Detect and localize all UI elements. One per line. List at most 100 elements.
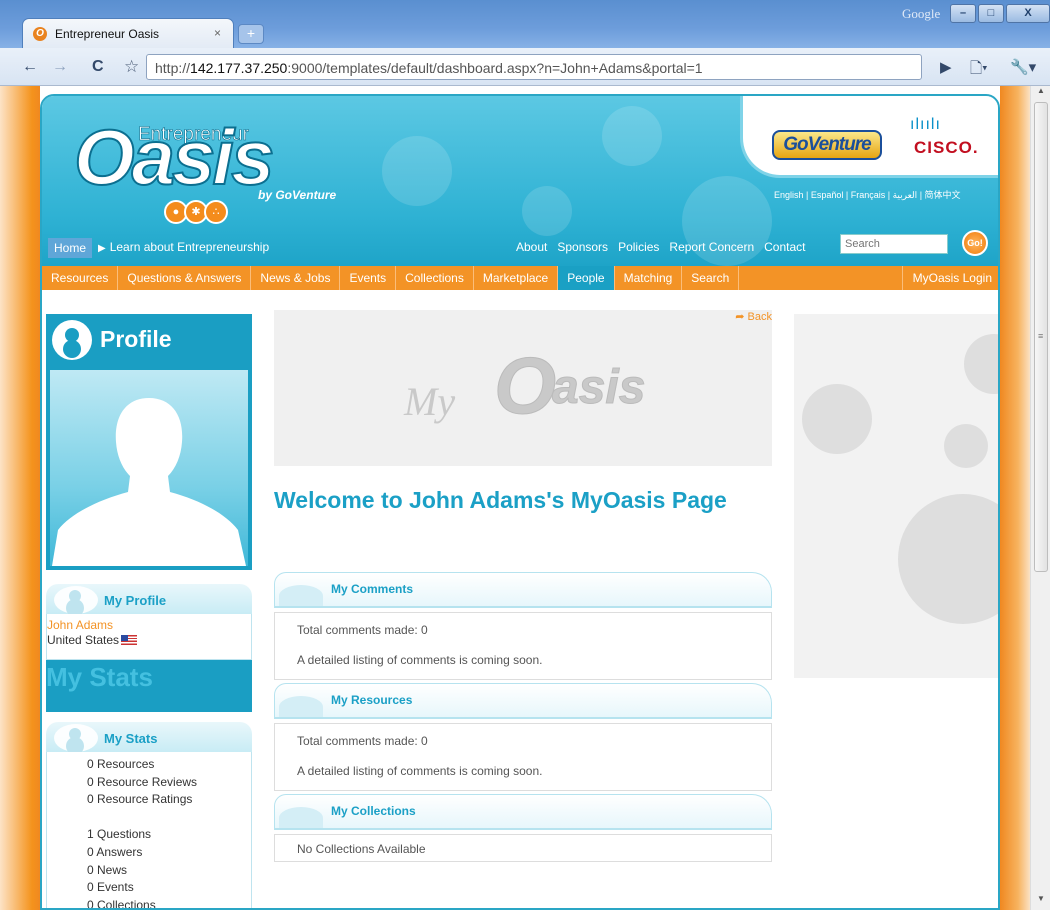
my-collections-tab: My Collections [274,794,772,830]
reload-icon[interactable]: C [92,58,104,76]
my-comments-body: Total comments made: 0 A detailed listin… [274,612,772,680]
my-profile-tab: My Profile [46,584,252,614]
my-collections-body: No Collections Available [274,834,772,862]
profile-sidebar: Profile My Profile John Adams United Sta… [46,314,252,910]
my-comments-title: My Comments [331,582,414,596]
sponsors-link[interactable]: Sponsors [557,240,608,254]
nav-marketplace[interactable]: Marketplace [474,266,559,290]
main-navigation: Resources Questions & Answers News & Job… [42,266,998,290]
scrollbar-thumb[interactable]: ≡ [1034,102,1048,572]
tab-decoration-icon [279,807,323,829]
tab-close-icon[interactable]: × [214,26,221,40]
page-viewport: Entrepreneur Oasis by GoVenture ● ✱ ∴ GoVe… [0,86,1030,910]
home-link[interactable]: Home [48,238,93,258]
stat-item: 0 News [87,862,128,877]
page-menu-icon[interactable]: 🗋▾ [970,58,988,83]
close-window-button[interactable]: X [1006,4,1050,23]
stat-item: 0 Resources [87,757,155,771]
my-stats-body: 0 Resources 0 Resource Reviews 0 Resourc… [46,752,252,910]
logo-oasis[interactable]: Oasis [73,117,275,197]
top-links: About Sponsors Policies Report Concern C… [516,240,806,254]
my-stats-banner: My Stats [46,660,252,712]
my-resources-tab: My Resources [274,683,772,719]
go-arrow-icon[interactable]: ▶ [940,58,952,76]
comments-total: Total comments made: 0 [297,623,428,637]
minimize-button[interactable]: – [950,4,976,23]
myoasis-banner: My O asis ➦ Back [274,310,772,466]
right-decorative-panel [794,314,998,678]
bookmark-star-icon[interactable]: ☆ [124,57,139,77]
nav-events[interactable]: Events [340,266,397,290]
back-arrow-icon: ➦ [735,311,745,323]
main-content: My O asis ➦ Back Welcome to John Adams's… [274,310,772,908]
language-selector[interactable]: English | Español | Français | العربية |… [774,188,961,201]
my-profile-body: John Adams United States [46,614,252,660]
collections-note: No Collections Available [297,842,426,856]
goventure-logo[interactable]: GoVenture [772,130,882,160]
nav-resources[interactable]: Resources [42,266,119,290]
stat-item: 0 Resource Ratings [87,792,193,807]
site-header: Entrepreneur Oasis by GoVenture ● ✱ ∴ GoVe… [42,96,998,266]
profile-title: Profile [100,326,172,352]
right-border-decoration [1000,86,1030,910]
scroll-up-icon[interactable]: ▲ [1031,86,1050,102]
learn-link[interactable]: ▶ Learn about Entrepreneurship [98,240,269,254]
page-title: Welcome to John Adams's MyOasis Page [274,487,727,513]
stat-item: 0 Resource Reviews [87,774,198,789]
new-tab-button[interactable]: + [238,24,264,44]
myoasis-login-link[interactable]: MyOasis Login [901,266,998,290]
browser-tab[interactable]: O Entrepreneur Oasis × [22,18,234,48]
sub-navigation: Home ▶ Learn about Entrepreneurship About… [42,230,998,258]
stat-item: 0 Collections [87,897,156,910]
stat-item: 1 Questions [87,827,152,842]
stat-item: 0 Events [87,880,134,895]
avatar [50,370,248,566]
contact-link[interactable]: Contact [764,240,805,254]
my-resources-body: Total comments made: 0 A detailed listin… [274,723,772,791]
maximize-button[interactable]: □ [978,4,1004,23]
browser-brand: Google [902,6,941,21]
nav-matching[interactable]: Matching [615,266,683,290]
comments-note: A detailed listing of comments is coming… [297,653,543,667]
scroll-down-icon[interactable]: ▼ [1031,894,1050,910]
stats-list: 0 Resources 0 Resource Reviews 0 Resourc… [87,756,198,910]
wrench-menu-icon[interactable]: 🔧▾ [1010,58,1036,76]
play-arrow-icon: ▶ [98,243,106,254]
my-collections-title: My Collections [331,804,416,818]
site-search-input[interactable] [840,234,948,254]
back-link[interactable]: ➦ Back [735,310,772,323]
address-url: http://142.177.37.250:9000/templates/def… [155,60,703,76]
my-comments-tab: My Comments [274,572,772,608]
search-go-button[interactable]: Go! [962,230,988,256]
profile-name[interactable]: John Adams [47,618,113,632]
nav-people[interactable]: People [558,266,615,290]
silhouette-icon [52,398,246,566]
stat-spacer [87,809,197,827]
cisco-bars-icon: ılıılı [910,116,941,133]
profile-header: Profile [46,314,252,366]
back-arrow-icon[interactable]: ← [22,58,38,76]
policies-link[interactable]: Policies [618,240,659,254]
report-concern-link[interactable]: Report Concern [669,240,754,254]
nav-news-jobs[interactable]: News & Jobs [251,266,341,290]
person-icon [54,724,98,752]
profile-country: United States [47,633,138,647]
stat-item: 0 Answers [87,844,143,859]
vertical-scrollbar[interactable]: ▲ ≡ ▼ [1030,86,1050,910]
logo-byline: by GoVenture [258,188,337,202]
my-resources-title: My Resources [331,693,413,707]
tab-title: Entrepreneur Oasis [55,27,160,41]
forward-arrow-icon[interactable]: → [52,58,68,76]
nav-search[interactable]: Search [682,266,740,290]
tab-decoration-icon [279,585,323,607]
about-link[interactable]: About [516,240,547,254]
nav-questions-answers[interactable]: Questions & Answers [118,266,252,290]
us-flag-icon [121,635,138,645]
cisco-logo[interactable]: CISCO. [914,138,979,158]
address-bar[interactable]: http://142.177.37.250:9000/templates/def… [146,54,922,80]
browser-titlebar: O Entrepreneur Oasis × + Google – □ X [0,0,1050,48]
avatar-frame [46,366,252,570]
person-icon [54,586,98,614]
nav-collections[interactable]: Collections [396,266,474,290]
my-stats-title: My Stats [104,731,158,746]
